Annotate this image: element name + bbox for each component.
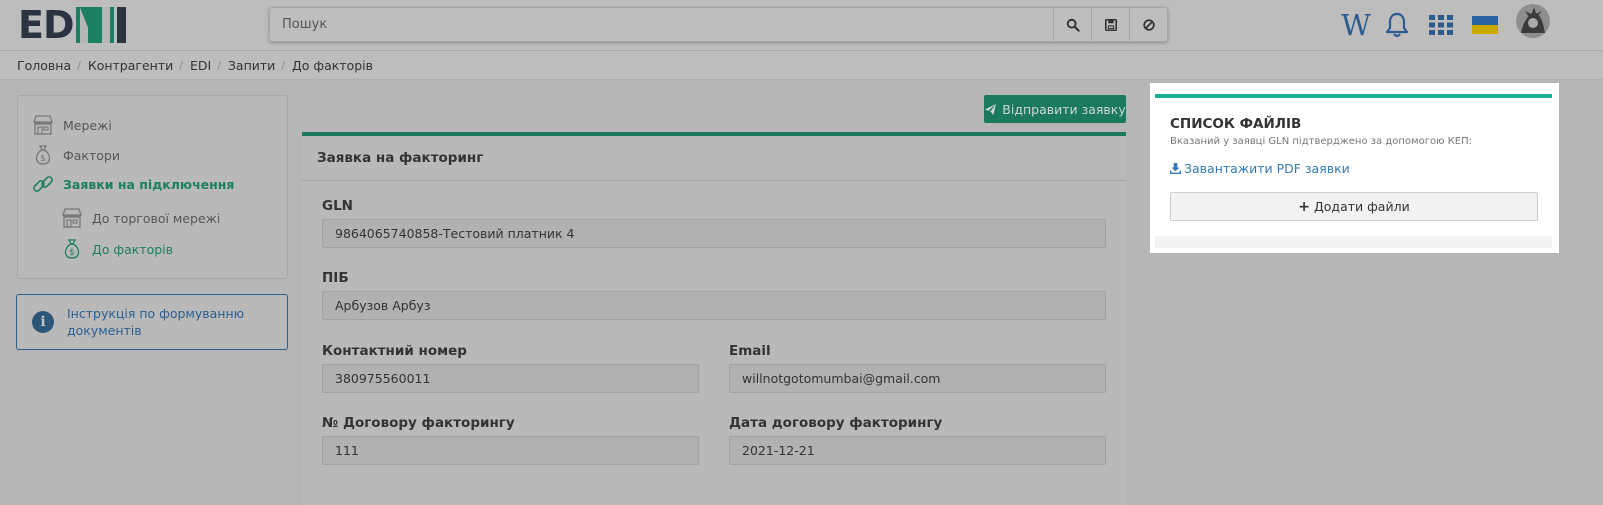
instructions-link[interactable]: i Інструкція по формуванню документів	[16, 294, 288, 350]
download-icon	[1170, 163, 1181, 174]
money-bag-icon: $	[64, 239, 80, 259]
flag-ukraine-icon	[1472, 16, 1498, 34]
save-search-button[interactable]	[1091, 8, 1129, 41]
phone-label: Контактний номер	[322, 343, 467, 359]
logo-n-mark	[75, 7, 114, 43]
sidebar-item-connection-requests[interactable]: Заявки на підключення	[32, 173, 234, 195]
files-card: СПИСОК ФАЙЛІВ Вказаний у заявці GLN підт…	[1150, 83, 1559, 253]
card-footer	[1155, 236, 1552, 248]
breadcrumb-requests[interactable]: Запити	[228, 58, 275, 73]
sidebar-item-factors[interactable]: $ Фактори	[32, 144, 120, 166]
download-pdf-link[interactable]: Завантажити PDF заявки	[1170, 161, 1350, 176]
sidebar-subitem-label: До факторів	[92, 241, 173, 257]
download-pdf-label: Завантажити PDF заявки	[1184, 161, 1350, 176]
breadcrumb-counterparties[interactable]: Контрагенти	[88, 58, 173, 73]
panel-title: Заявка на факторинг	[302, 136, 1126, 181]
sidebar-item-label: Фактори	[63, 147, 120, 163]
paper-plane-icon	[985, 103, 997, 115]
breadcrumb-edi[interactable]: EDI	[190, 58, 211, 73]
breadcrumb-separator: /	[77, 58, 81, 72]
save-icon	[1104, 18, 1117, 31]
sidebar-item-networks[interactable]: Мережі	[32, 115, 112, 135]
contract-date-label: Дата договору факторингу	[729, 415, 943, 431]
name-field[interactable]: Арбузов Арбуз	[322, 291, 1106, 320]
sidebar-nav: Мережі $ Фактори Заявки на підключення Д…	[17, 95, 288, 279]
name-label: ПІБ	[322, 270, 349, 286]
breadcrumb-separator: /	[281, 58, 286, 72]
contract-number-field[interactable]: 111	[322, 436, 699, 465]
clear-search-button[interactable]	[1129, 8, 1167, 41]
top-header: ED W	[0, 0, 1603, 51]
search-button[interactable]	[1053, 8, 1091, 41]
notifications-button[interactable]	[1380, 8, 1414, 42]
email-label: Email	[729, 343, 771, 359]
user-menu-button[interactable]	[1514, 4, 1552, 38]
phone-field[interactable]: 380975560011	[322, 364, 699, 393]
breadcrumb-separator: /	[179, 58, 183, 72]
wikipedia-button[interactable]: W	[1338, 8, 1374, 42]
logo-text: ED	[18, 3, 75, 47]
files-title: СПИСОК ФАЙЛІВ	[1170, 116, 1302, 132]
bell-icon	[1385, 12, 1409, 38]
gln-label: GLN	[322, 198, 353, 214]
store-icon	[62, 208, 82, 228]
gln-field[interactable]: 9864065740858-Тестовий платник 4	[322, 219, 1106, 248]
store-icon	[33, 115, 53, 135]
breadcrumb-separator: /	[217, 58, 221, 72]
search-icon	[1066, 18, 1080, 32]
logo-i-mark	[116, 7, 126, 43]
wikipedia-icon: W	[1341, 8, 1371, 42]
send-request-button[interactable]: Відправити заявку	[984, 95, 1126, 123]
breadcrumb-current: До факторів	[292, 57, 374, 73]
sidebar-subitem-retail-network[interactable]: До торгової мережі	[61, 208, 220, 228]
info-icon: i	[32, 311, 54, 333]
email-field[interactable]: willnotgotomumbai@gmail.com	[729, 364, 1106, 393]
card-accent-bar	[1155, 94, 1552, 98]
add-files-button[interactable]: + Додати файли	[1170, 192, 1538, 221]
sidebar-item-label: Заявки на підключення	[63, 176, 235, 192]
apps-button[interactable]	[1425, 8, 1457, 42]
language-button[interactable]	[1470, 8, 1500, 42]
apps-grid-icon	[1429, 15, 1453, 35]
search-input[interactable]	[270, 8, 1053, 41]
sidebar-subitem-label: До торгової мережі	[92, 210, 221, 226]
search-bar	[269, 7, 1168, 42]
breadcrumb: Головна / Контрагенти / EDI / Запити / Д…	[0, 51, 1603, 80]
contract-number-label: № Договору факторингу	[322, 415, 515, 431]
svg-text:$: $	[69, 248, 75, 258]
sidebar-subitem-factors[interactable]: $ До факторів	[61, 238, 173, 260]
avatar	[1516, 4, 1550, 38]
add-files-label: Додати файли	[1314, 199, 1410, 214]
clear-icon	[1142, 18, 1155, 31]
contract-date-field[interactable]: 2021-12-21	[729, 436, 1106, 465]
plus-icon: +	[1298, 198, 1311, 215]
instructions-label: Інструкція по формуванню документів	[67, 306, 245, 338]
sidebar-item-label: Мережі	[63, 117, 112, 133]
send-request-label: Відправити заявку	[1002, 101, 1126, 117]
kep-note: Вказаний у заявці GLN підтверджено за до…	[1170, 136, 1472, 147]
money-bag-icon: $	[35, 145, 51, 165]
edin-logo[interactable]: ED	[18, 3, 126, 47]
breadcrumb-home[interactable]: Головна	[17, 58, 71, 73]
svg-text:$: $	[40, 154, 46, 164]
link-icon	[33, 176, 53, 192]
